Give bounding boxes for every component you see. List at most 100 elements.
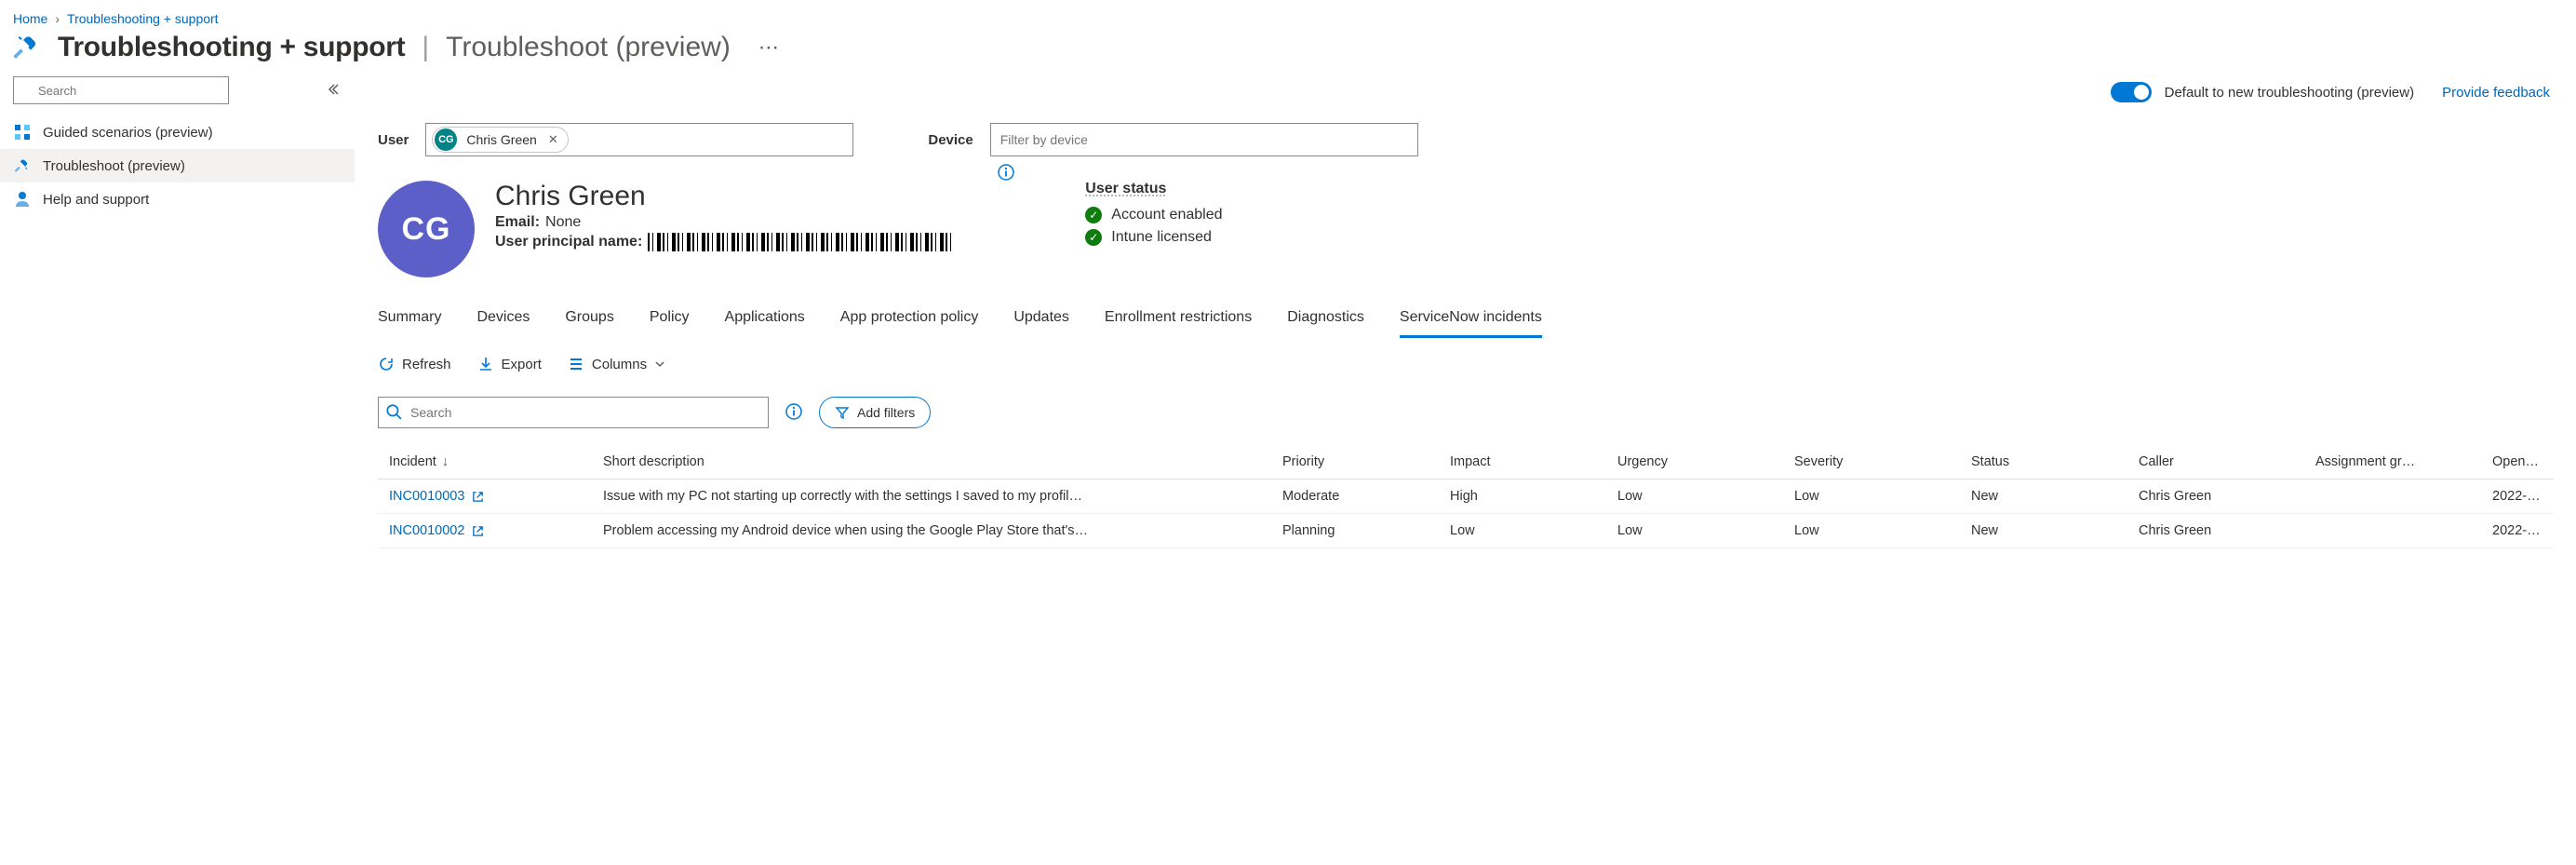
sidebar-search[interactable] [13,76,314,104]
table-filter-row: Add filters [378,397,2554,428]
selector-row: User CG Chris Green ✕ Device [378,119,2554,175]
col-urgency[interactable]: Urgency [1606,445,1783,480]
export-button[interactable]: Export [477,356,542,372]
incident-link[interactable]: INC0010003 [389,489,484,504]
cell-assignment [2304,514,2481,548]
status-account-enabled: ✓ Account enabled [1085,207,1222,223]
info-icon[interactable] [998,164,1014,183]
user-name: Chris Green [495,181,955,212]
breadcrumb-home[interactable]: Home [13,11,47,26]
refresh-label: Refresh [402,357,451,372]
overflow-menu-icon[interactable]: ⋯ [758,35,779,60]
tab-updates[interactable]: Updates [1013,304,1069,338]
col-status[interactable]: Status [1960,445,2127,480]
tab-groups[interactable]: Groups [565,304,613,338]
cell-opened: 2022-09-13 22:… [2481,514,2554,548]
provide-feedback-link[interactable]: Provide feedback [2442,85,2550,101]
cell-assignment [2304,480,2481,514]
export-label: Export [502,357,542,372]
tab-enrollment[interactable]: Enrollment restrictions [1105,304,1252,338]
table-row[interactable]: INC0010003 Issue with my PC not starting… [378,480,2554,514]
sidebar-item-help-support[interactable]: Help and support [0,182,355,216]
sidebar-search-input[interactable] [13,76,229,104]
cell-short-desc: Issue with my PC not starting up correct… [592,480,1271,514]
table-search[interactable] [378,397,769,428]
remove-user-icon[interactable]: ✕ [548,132,558,147]
cell-impact: High [1439,480,1606,514]
tab-app-protection[interactable]: App protection policy [840,304,979,338]
info-icon[interactable] [785,403,802,423]
tab-devices[interactable]: Devices [476,304,530,338]
device-selector: Device [928,123,1417,156]
sidebar: Guided scenarios (preview) Troubleshoot … [0,73,356,586]
col-opened[interactable]: Opened at [2481,445,2554,480]
cell-urgency: Low [1606,480,1783,514]
cell-severity: Low [1783,480,1960,514]
col-impact[interactable]: Impact [1439,445,1606,480]
add-filters-label: Add filters [857,405,915,420]
user-status-block: User status ✓ Account enabled ✓ Intune l… [1085,181,1222,251]
email-label: Email: [495,214,540,230]
sidebar-item-guided-scenarios[interactable]: Guided scenarios (preview) [0,115,355,149]
upn-redacted [648,233,955,251]
table-row[interactable]: INC0010002 Problem accessing my Android … [378,514,2554,548]
avatar: CG [378,181,475,277]
upn-label: User principal name: [495,234,642,250]
cell-short-desc: Problem accessing my Android device when… [592,514,1271,548]
incident-link[interactable]: INC0010002 [389,523,484,538]
title-separator: | [422,32,429,63]
check-icon: ✓ [1085,229,1102,246]
external-link-icon [472,525,484,537]
device-label: Device [928,132,973,148]
page-title-row: Troubleshooting + support | Troubleshoot… [0,30,2576,73]
user-label: User [378,132,409,148]
cell-priority: Moderate [1271,480,1439,514]
sort-down-icon: ↓ [442,454,449,469]
sidebar-item-label: Guided scenarios (preview) [43,125,213,141]
tab-diagnostics[interactable]: Diagnostics [1287,304,1364,338]
tab-policy[interactable]: Policy [650,304,690,338]
columns-button[interactable]: Columns [568,356,665,372]
breadcrumb: Home › Troubleshooting + support [0,0,2576,30]
main-content: Default to new troubleshooting (preview)… [356,73,2576,586]
table-search-input[interactable] [378,397,769,428]
col-short-desc[interactable]: Short description [592,445,1271,480]
device-filter-input[interactable] [990,123,1418,156]
add-filters-button[interactable]: Add filters [819,397,931,428]
top-actions-row: Default to new troubleshooting (preview)… [378,73,2554,119]
breadcrumb-section[interactable]: Troubleshooting + support [67,11,219,26]
col-severity[interactable]: Severity [1783,445,1960,480]
tabs: Summary Devices Groups Policy Applicatio… [378,304,2554,339]
cell-status: New [1960,514,2127,548]
cell-status: New [1960,480,2127,514]
sidebar-nav: Guided scenarios (preview) Troubleshoot … [0,115,355,216]
user-email: Email: None [495,214,955,231]
col-priority[interactable]: Priority [1271,445,1439,480]
col-caller[interactable]: Caller [2127,445,2304,480]
tab-summary[interactable]: Summary [378,304,441,338]
default-troubleshooting-toggle[interactable] [2111,82,2152,102]
user-upn: User principal name: [495,233,955,251]
user-picker[interactable]: CG Chris Green ✕ [425,123,853,156]
sidebar-item-label: Troubleshoot (preview) [43,158,185,174]
guided-scenarios-icon [13,123,32,142]
email-value: None [545,214,581,230]
collapse-sidebar-icon[interactable] [321,78,343,103]
cell-impact: Low [1439,514,1606,548]
cell-severity: Low [1783,514,1960,548]
user-card-row: CG Chris Green Email: None User principal… [378,175,2554,304]
search-icon [385,403,402,423]
toggle-label: Default to new troubleshooting (preview) [2165,85,2414,101]
refresh-button[interactable]: Refresh [378,356,451,372]
col-assignment[interactable]: Assignment gr… [2304,445,2481,480]
cell-caller: Chris Green [2127,514,2304,548]
tab-applications[interactable]: Applications [725,304,805,338]
check-icon: ✓ [1085,207,1102,223]
user-pill-name: Chris Green [466,132,536,147]
col-incident[interactable]: Incident↓ [378,445,592,480]
cell-urgency: Low [1606,514,1783,548]
command-bar: Refresh Export Columns [378,356,2554,372]
tab-servicenow[interactable]: ServiceNow incidents [1400,304,1542,338]
page-subtitle: Troubleshoot (preview) [446,32,731,63]
sidebar-item-troubleshoot[interactable]: Troubleshoot (preview) [0,149,355,182]
